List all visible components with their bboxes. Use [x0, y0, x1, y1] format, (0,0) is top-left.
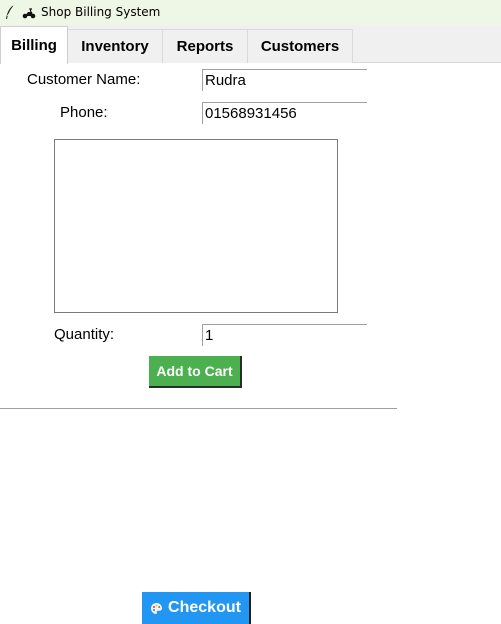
- feather-icon: [6, 4, 15, 19]
- phone-label: Phone:: [60, 104, 108, 121]
- window-title: Shop Billing System: [41, 5, 161, 19]
- tab-inventory[interactable]: Inventory: [67, 29, 163, 63]
- quantity-input[interactable]: [202, 324, 367, 346]
- add-to-cart-button[interactable]: Add to Cart: [149, 356, 242, 388]
- separator: [0, 408, 397, 409]
- quantity-label: Quantity:: [54, 326, 115, 343]
- checkout-label: Checkout: [168, 599, 241, 616]
- product-listbox[interactable]: [54, 139, 338, 313]
- checkout-button[interactable]: Checkout: [142, 592, 251, 624]
- tab-customers[interactable]: Customers: [247, 29, 353, 63]
- title-bar: Shop Billing System: [0, 0, 501, 25]
- customer-name-input[interactable]: [202, 69, 367, 91]
- palette-icon: [151, 602, 163, 614]
- tab-reports[interactable]: Reports: [162, 29, 248, 63]
- scooter-icon: [22, 8, 36, 19]
- tab-strip: Billing Inventory Reports Customers: [0, 25, 501, 64]
- phone-input[interactable]: [202, 102, 367, 124]
- customer-name-label: Customer Name:: [27, 71, 141, 88]
- tab-billing[interactable]: Billing: [0, 26, 68, 64]
